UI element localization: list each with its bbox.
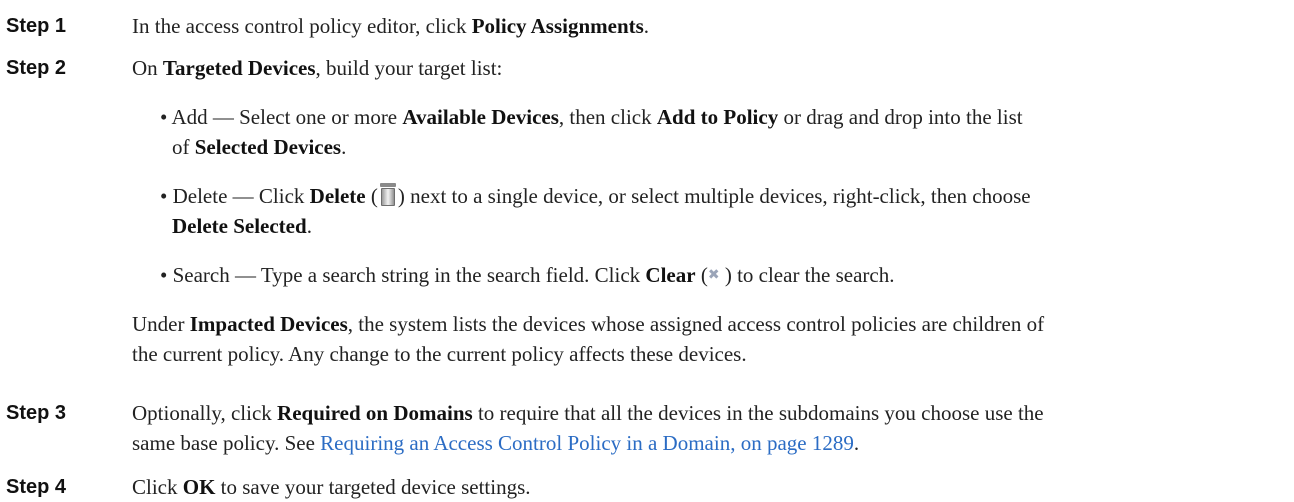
- clear-x-icon: ✖: [707, 267, 720, 283]
- step-3-line2: same base policy. See Requiring an Acces…: [132, 431, 860, 455]
- xref-link[interactable]: Requiring an Access Control Policy in a …: [320, 431, 854, 455]
- step-1-label: Step 1: [6, 15, 67, 37]
- step-2-label: Step 2: [6, 57, 67, 79]
- bullet-add-line1: • Add — Select one or more Available Dev…: [160, 105, 1023, 129]
- bullet-delete-line2: Delete Selected.: [172, 214, 312, 238]
- step-4-text: Click OK to save your targeted device se…: [132, 475, 531, 499]
- impacted-line1: Under Impacted Devices, the system lists…: [132, 312, 1045, 336]
- trash-icon: [379, 183, 397, 207]
- bullet-delete-line1: • Delete — Click Delete () next to a sin…: [160, 183, 1031, 208]
- step-3-label: Step 3: [6, 402, 67, 424]
- bullet-search: • Search — Type a search string in the s…: [160, 263, 895, 287]
- impacted-line2: the current policy. Any change to the cu…: [132, 342, 747, 366]
- bullet-add-line2: of Selected Devices.: [172, 135, 347, 159]
- step-3-line1: Optionally, click Required on Domains to…: [132, 401, 1044, 425]
- step-2-text: On Targeted Devices, build your target l…: [132, 56, 503, 80]
- step-1-text: In the access control policy editor, cli…: [132, 14, 650, 38]
- step-4-label: Step 4: [6, 476, 67, 498]
